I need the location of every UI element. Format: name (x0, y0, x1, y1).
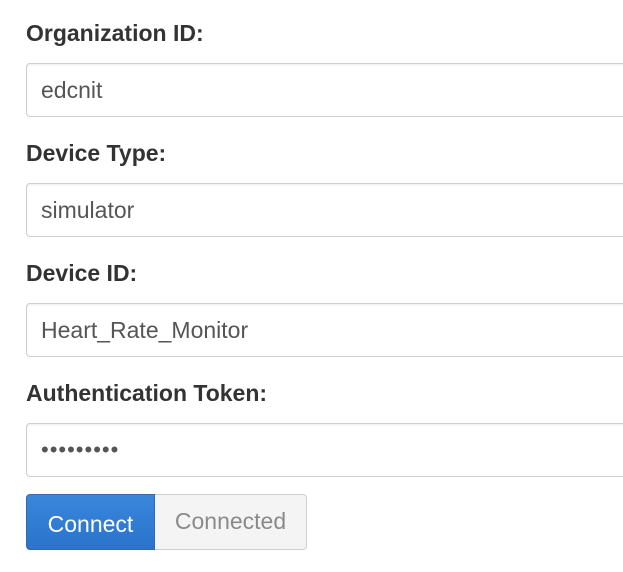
device-id-input[interactable]: Heart_Rate_Monitor (26, 303, 623, 357)
connect-button[interactable]: Connect (26, 494, 155, 550)
connection-form: Organization ID: edcnit Device Type: sim… (0, 0, 623, 572)
device-id-group: Device ID: Heart_Rate_Monitor (26, 259, 623, 357)
connected-button[interactable]: Connected (155, 494, 307, 550)
auth-token-group: Authentication Token: ••••••••• (26, 379, 623, 477)
device-type-input[interactable]: simulator (26, 183, 623, 237)
org-id-input[interactable]: edcnit (26, 63, 623, 117)
connection-button-group: Connect Connected (26, 494, 307, 550)
org-id-label: Organization ID: (26, 20, 204, 46)
auth-token-label: Authentication Token: (26, 380, 268, 406)
org-id-group: Organization ID: edcnit (26, 19, 623, 117)
device-type-label: Device Type: (26, 140, 167, 166)
device-id-label: Device ID: (26, 260, 138, 286)
device-type-group: Device Type: simulator (26, 139, 623, 237)
auth-token-input[interactable]: ••••••••• (26, 423, 623, 477)
